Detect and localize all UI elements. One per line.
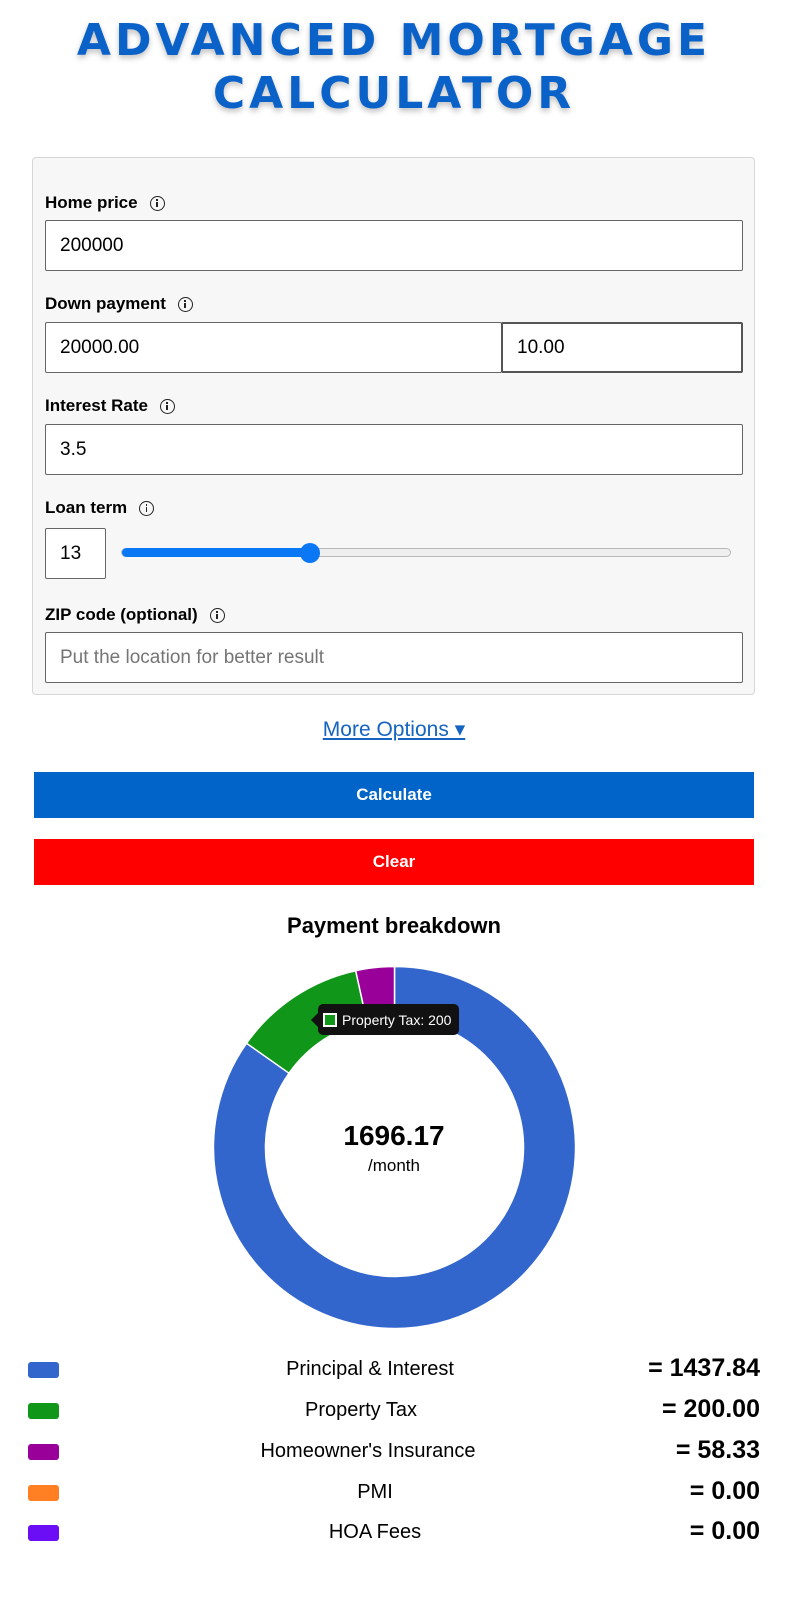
legend-swatch [28,1444,59,1460]
legend-swatch [28,1362,59,1378]
legend-swatch [28,1525,59,1541]
home-price-input[interactable] [45,220,743,271]
legend-value: = 0.00 [689,1477,760,1505]
tooltip-swatch [323,1012,337,1027]
zip-label: ZIP code (optional) [45,605,225,625]
legend-label: Homeowner's Insurance [260,1440,476,1462]
page-title: ADVANCED MORTGAGE CALCULATOR [76,15,712,119]
legend-label: HOA Fees [328,1521,422,1543]
loan-term-label-text: Loan term [45,498,128,517]
slider-thumb[interactable] [300,543,320,563]
zip-input[interactable] [45,632,743,683]
clear-button[interactable]: Clear [34,839,754,885]
info-icon[interactable] [139,500,155,516]
calculate-button[interactable]: Calculate [34,772,754,818]
legend-row-principal: Principal & Interest = 1437.84 [0,1354,802,1386]
legend-row-property-tax: Property Tax = 200.00 [0,1395,802,1427]
tooltip-text: Property Tax: 200 [342,1011,452,1028]
loan-term-label: Loan term [45,498,155,518]
home-price-label-text: Home price [45,193,138,212]
more-options-link[interactable]: More Options ▾ [0,717,788,742]
legend-swatch [28,1403,59,1419]
monthly-unit: /month [368,1156,420,1175]
legend-row-insurance: Homeowner's Insurance = 58.33 [0,1436,802,1468]
chart-tooltip: Property Tax: 200 [310,1004,460,1035]
zip-label-text: ZIP code (optional) [45,605,198,624]
info-icon[interactable] [149,195,165,211]
down-payment-amount-input[interactable] [45,322,502,373]
legend-value: = 1437.84 [648,1354,760,1382]
info-icon[interactable] [209,607,225,623]
loan-term-slider[interactable] [121,543,731,563]
down-payment-label: Down payment [45,294,193,314]
monthly-total: 1696.17 [343,1120,445,1151]
legend-label: Property Tax [305,1399,417,1421]
legend-swatch [28,1485,59,1501]
info-icon[interactable] [177,296,193,312]
legend-value: = 58.33 [675,1436,760,1464]
down-payment-percent-input[interactable] [501,322,743,373]
legend-label: PMI [357,1481,393,1503]
breakdown-title: Payment breakdown [287,913,501,938]
legend-value: = 200.00 [661,1395,760,1423]
legend-row-hoa: HOA Fees = 0.00 [0,1517,802,1549]
interest-rate-label: Interest Rate [45,396,175,416]
slider-fill [122,548,310,557]
loan-term-input[interactable] [45,528,106,579]
info-icon[interactable] [159,398,175,414]
legend-label: Principal & Interest [286,1358,454,1380]
interest-rate-label-text: Interest Rate [45,396,148,415]
interest-rate-input[interactable] [45,424,743,475]
home-price-label: Home price [45,193,165,213]
down-payment-label-text: Down payment [45,294,166,313]
legend-row-pmi: PMI = 0.00 [0,1477,802,1509]
legend-value: = 0.00 [689,1517,760,1545]
